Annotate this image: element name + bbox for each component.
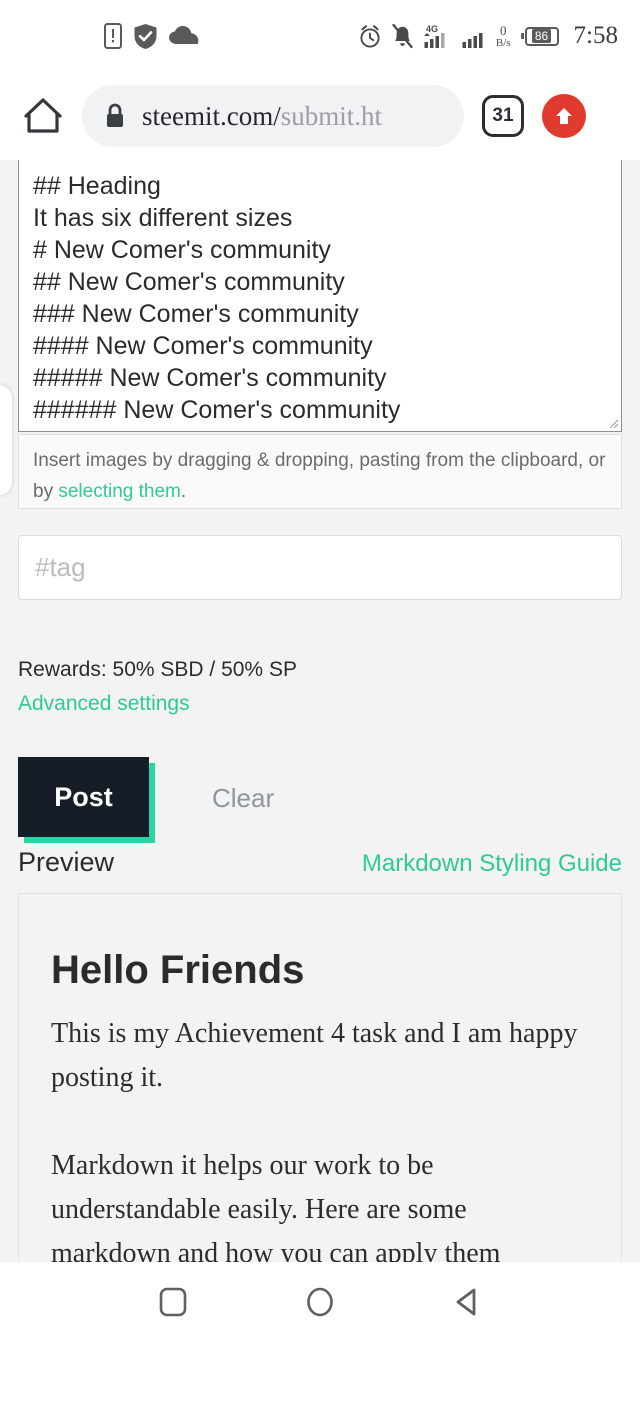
android-navigation-bar — [0, 1262, 640, 1342]
signal-bars-icon — [462, 33, 483, 48]
upload-button[interactable] — [542, 94, 586, 138]
battery-indicator: 86 — [520, 26, 559, 46]
url-host: steemit.com/ — [142, 100, 281, 131]
markdown-editor-content[interactable]: ## Heading It has six different sizes # … — [19, 160, 621, 426]
browser-toolbar: steemit.com/submit.ht 31 — [0, 72, 640, 160]
data-rate-value: 0 — [499, 22, 507, 38]
home-circle-icon[interactable] — [305, 1287, 335, 1317]
clear-button[interactable]: Clear — [212, 783, 274, 814]
select-images-link[interactable]: selecting them — [58, 481, 181, 502]
status-bar-right-icons: 4G 0 B/s 86 7:58 — [358, 22, 618, 50]
image-insert-hint-text: Insert images by dragging & dropping, pa… — [33, 445, 609, 507]
preview-paragraph-1: This is my Achievement 4 task and I am h… — [51, 1018, 578, 1093]
back-triangle-icon[interactable] — [452, 1287, 482, 1317]
status-bar-left-icons — [104, 23, 199, 50]
tab-counter-button[interactable]: 31 — [482, 95, 524, 137]
markdown-editor[interactable]: ## Heading It has six different sizes # … — [18, 160, 622, 432]
tab-counter-label: 31 — [492, 105, 514, 126]
preview-label: Preview — [18, 847, 115, 877]
home-icon[interactable] — [22, 95, 64, 137]
upload-arrow-icon — [556, 108, 572, 124]
address-bar[interactable]: steemit.com/submit.ht — [82, 85, 464, 147]
side-panel-handle[interactable] — [0, 385, 12, 495]
textarea-resize-grip[interactable] — [608, 418, 618, 428]
battery-nub — [520, 33, 524, 39]
data-rate-indicator: 0 B/s — [496, 24, 511, 49]
post-button[interactable]: Post — [18, 757, 149, 837]
phone-alert-icon — [104, 23, 122, 49]
tag-input[interactable] — [35, 552, 605, 583]
image-insert-hint: Insert images by dragging & dropping, pa… — [18, 434, 622, 509]
lock-icon — [107, 103, 123, 127]
address-bar-url: steemit.com/submit.ht — [142, 101, 382, 132]
page-content: ## Heading It has six different sizes # … — [0, 160, 640, 1342]
url-path: submit.ht — [280, 100, 382, 131]
preview-heading: Hello Friends — [51, 948, 305, 992]
hint-text-after: . — [180, 481, 187, 502]
signal-bars-4g-icon: 4G — [423, 24, 445, 48]
advanced-settings-link[interactable]: Advanced settings — [18, 692, 190, 716]
recents-square-icon[interactable] — [158, 1287, 188, 1317]
battery-body: 86 — [524, 26, 559, 46]
battery-level: 86 — [531, 29, 552, 43]
cloud-icon — [169, 26, 199, 44]
svg-text:4G: 4G — [426, 24, 438, 34]
post-button-wrapper: Post — [18, 757, 149, 837]
tag-input-wrapper[interactable] — [18, 535, 622, 600]
status-bar: 4G 0 B/s 86 7:58 — [0, 0, 640, 72]
bell-muted-icon — [392, 23, 413, 48]
status-bar-clock: 7:58 — [573, 22, 618, 49]
preview-paragraph-2: Markdown it helps our work to be underst… — [51, 1150, 501, 1269]
data-rate-unit: B/s — [495, 36, 511, 49]
markdown-styling-guide-link[interactable]: Markdown Styling Guide — [362, 850, 622, 878]
shield-check-icon — [134, 23, 157, 49]
rewards-label: Rewards: 50% SBD / 50% SP — [18, 658, 297, 681]
alarm-clock-icon — [360, 24, 380, 48]
